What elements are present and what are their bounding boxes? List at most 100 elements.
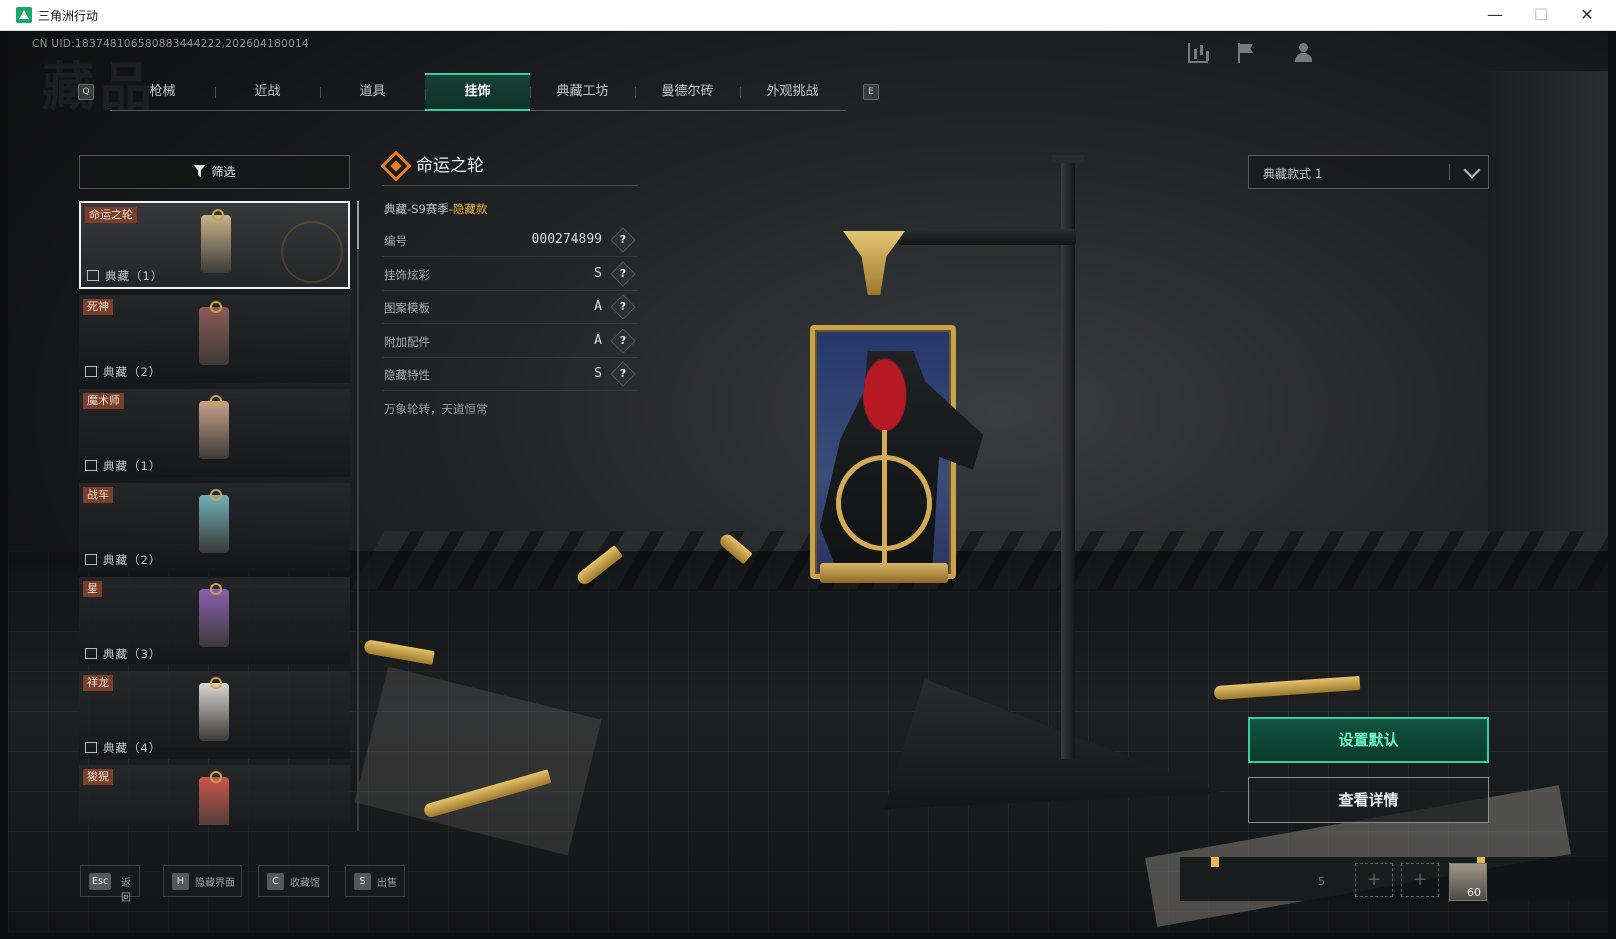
- tab-3[interactable]: 道具: [320, 73, 425, 111]
- item-count: 典藏（2）: [103, 365, 162, 379]
- hint-key: C: [267, 873, 284, 890]
- list-item[interactable]: 祥龙典藏（4）: [79, 671, 350, 759]
- hint-key: Esc: [89, 873, 112, 890]
- attribute-value: S: [594, 366, 602, 381]
- filter-funnel-icon: [193, 165, 206, 177]
- pendant-thumbnail: [199, 489, 229, 553]
- item-name-tag: 魔术师: [83, 393, 124, 409]
- item-name-tag: 祥龙: [83, 675, 113, 691]
- chevron-down-icon: [1463, 161, 1481, 179]
- game-viewport: 藏品 CN UID:1837481065808834442​22,2026041…: [8, 31, 1608, 933]
- prev-tab-key[interactable]: Q: [78, 84, 94, 100]
- list-item[interactable]: 魔术师 典藏（1）: [79, 389, 350, 477]
- list-item[interactable]: 狻猊: [79, 765, 350, 825]
- pendant-list[interactable]: 命运之轮 典藏（1） 死神 典藏（2） 魔术师 典藏（1） 战车 典藏（2）星典藏（3） 祥龙典…: [79, 201, 350, 825]
- bar-chart-icon[interactable]: [1188, 43, 1208, 63]
- item-count: 典藏（3）: [103, 647, 162, 661]
- question-diamond-icon[interactable]: ?: [610, 294, 636, 320]
- collection-image-icon: [85, 648, 97, 659]
- hint-1[interactable]: Esc 返回: [80, 865, 140, 904]
- series-prefix: 典藏-S9赛季-: [384, 202, 453, 216]
- tab-5[interactable]: 典藏工坊: [530, 73, 635, 111]
- empty-slot-button[interactable]: +: [1355, 863, 1393, 897]
- collection-image-icon: [85, 554, 97, 565]
- help-glyph: ?: [619, 233, 627, 246]
- question-diamond-icon[interactable]: ?: [610, 260, 636, 287]
- variant-dropdown[interactable]: 典藏款式 1: [1248, 155, 1489, 189]
- tab-7[interactable]: 外观挑战: [740, 73, 845, 111]
- attribute-value: A: [594, 332, 602, 348]
- attribute-label: 附加配件: [384, 334, 430, 349]
- list-scrollbar[interactable]: [357, 201, 359, 831]
- empty-slot-button[interactable]: +: [1401, 863, 1439, 897]
- list-scrollbar-thumb[interactable]: [357, 201, 359, 249]
- pendant-hook: [843, 231, 905, 295]
- tab-4[interactable]: 挂饰: [425, 73, 530, 111]
- collection-image-icon: [85, 366, 97, 377]
- attribute-row: 隐藏特性 S?: [382, 358, 638, 391]
- window-title: 三角洲行动: [38, 9, 99, 23]
- list-item[interactable]: 星典藏（3）: [79, 577, 350, 665]
- attribute-value: S: [594, 265, 602, 281]
- hint-4[interactable]: S 出售: [345, 865, 405, 897]
- item-name-tag: 死神: [83, 299, 113, 315]
- item-count: 典藏（1）: [105, 269, 164, 283]
- question-diamond-icon[interactable]: ?: [610, 227, 636, 253]
- tab-1[interactable]: 枪械: [110, 73, 215, 111]
- pendant-thumbnail: [199, 771, 229, 825]
- tab-6[interactable]: 曼德尔砖: [635, 73, 740, 111]
- question-diamond-icon[interactable]: ?: [610, 361, 636, 387]
- item-count: 典藏（2）: [103, 553, 162, 567]
- attribute-label: 挂饰炫彩: [384, 267, 430, 282]
- emblem-icon: [281, 221, 343, 283]
- hint-3[interactable]: C 收藏馆: [258, 865, 329, 897]
- pendant-thumbnail: [201, 209, 231, 273]
- maximize-button[interactable]: ☐: [1518, 0, 1564, 30]
- pendant-banner: [820, 563, 948, 583]
- display-stand-cap: [1052, 155, 1084, 163]
- help-glyph: ?: [619, 300, 627, 313]
- variant-selected-label: 典藏款式 1: [1263, 167, 1323, 181]
- next-tab-key[interactable]: E: [863, 84, 879, 100]
- list-item[interactable]: 战车典藏（2）: [79, 483, 350, 571]
- detail-title: 命运之轮: [416, 156, 484, 176]
- app-logo-icon: [16, 7, 32, 23]
- minimize-button[interactable]: —: [1472, 0, 1518, 30]
- category-tabs: 枪械 近战 道具 挂饰 典藏工坊 曼德尔砖 外观挑战: [110, 73, 846, 111]
- team-count: 5: [1318, 875, 1325, 888]
- tab-2[interactable]: 近战: [215, 73, 320, 111]
- hint-label: 收藏馆: [290, 878, 320, 889]
- list-item[interactable]: 命运之轮 典藏（1）: [79, 201, 350, 289]
- dropdown-separator: [1449, 164, 1450, 180]
- tray-marker: [1211, 857, 1219, 867]
- question-diamond-icon[interactable]: ?: [610, 327, 636, 354]
- view-details-button[interactable]: 查看详情: [1248, 777, 1489, 823]
- series-hidden-tag: 隐藏款: [452, 202, 488, 216]
- hint-label: 出售: [377, 878, 397, 889]
- attribute-row: 图案模板 A?: [382, 291, 638, 324]
- filter-button[interactable]: 筛选: [79, 155, 350, 189]
- item-name-tag: 战车: [83, 487, 113, 503]
- item-name-tag: 狻猊: [83, 769, 113, 785]
- hint-key: H: [172, 873, 189, 890]
- collection-image-icon: [85, 460, 97, 471]
- player-uid: CN UID:1837481065808834442​22,2026041800…: [32, 38, 310, 50]
- set-default-button[interactable]: 设置默认: [1248, 717, 1489, 763]
- item-count: 典藏（4）: [103, 741, 162, 755]
- pendant-thumbnail: [199, 395, 229, 459]
- attribute-row: 挂饰炫彩 S?: [382, 258, 638, 291]
- bottom-tray: [1180, 857, 1608, 901]
- hint-2[interactable]: H 隐藏界面: [163, 865, 242, 897]
- people-icon[interactable]: [1294, 43, 1314, 63]
- flag-icon[interactable]: [1236, 43, 1256, 63]
- title-bar: 三角洲行动 — ☐ ✕: [0, 0, 1616, 31]
- close-button[interactable]: ✕: [1564, 0, 1610, 30]
- player-level: 60: [1467, 886, 1481, 899]
- collection-image-icon: [85, 742, 97, 753]
- list-item[interactable]: 死神典藏（2）: [79, 295, 350, 383]
- attribute-value: 000274899: [531, 232, 602, 247]
- pendant-wheel-emblem: [836, 430, 932, 570]
- display-stand-arm: [898, 229, 1076, 245]
- attribute-row: 附加配件 A?: [382, 325, 638, 358]
- attribute-row: 编号 000274899?: [382, 224, 638, 257]
